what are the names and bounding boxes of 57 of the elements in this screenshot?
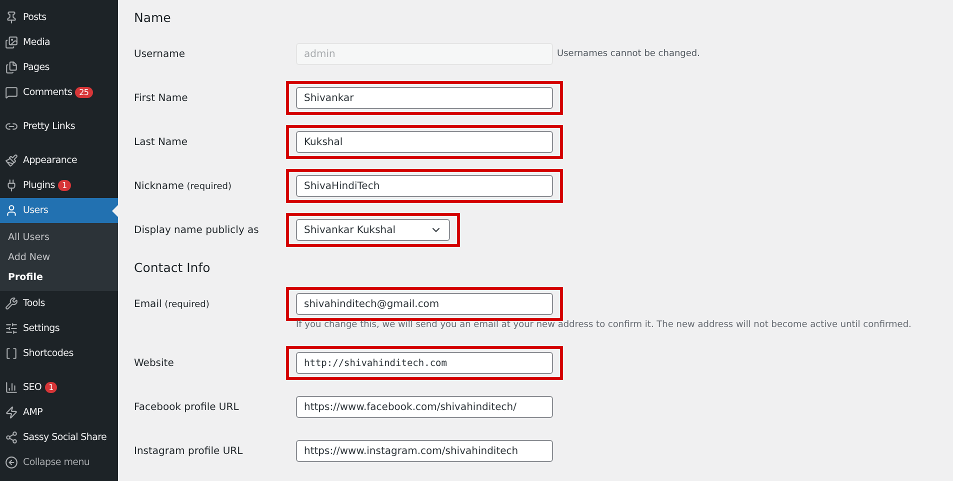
pin-icon	[5, 11, 18, 24]
submenu-item[interactable]: Profile	[0, 267, 118, 287]
wrench-icon	[5, 297, 18, 310]
sidebar-item[interactable]: Plugins 1	[0, 173, 118, 198]
sliders-icon	[5, 322, 18, 335]
field-label: First Name	[134, 92, 188, 104]
sidebar-item[interactable]: Pages	[0, 55, 118, 80]
field-label: Facebook profile URL	[134, 402, 239, 412]
field-label: Website	[134, 358, 174, 368]
sidebar-item[interactable]: Sassy Social Share	[0, 425, 118, 450]
pages-icon	[5, 61, 18, 74]
pointer-notch	[112, 205, 118, 217]
field-note: Usernames cannot be changed.	[557, 49, 700, 59]
field-label: Email (required)	[134, 298, 210, 310]
sidebar-item[interactable]: Users	[0, 198, 118, 223]
submenu-item[interactable]: All Users	[0, 227, 118, 247]
paintbrush-icon	[5, 154, 18, 167]
count-badge: 1	[44, 382, 58, 393]
share-icon	[5, 431, 18, 444]
input-field[interactable]: shivahinditech@gmail.com	[296, 293, 553, 315]
brackets-icon	[5, 347, 18, 360]
sidebar-item[interactable]: Pretty Links	[0, 114, 118, 139]
field-label: Last Name	[134, 136, 188, 148]
sidebar-item[interactable]: Tools	[0, 291, 118, 316]
sidebar-item[interactable]: Comments 25	[0, 80, 118, 105]
sidebar-item[interactable]: Settings	[0, 316, 118, 341]
sidebar-item[interactable]: Appearance	[0, 148, 118, 173]
section-heading: Contact Info	[134, 258, 210, 276]
images-icon	[5, 36, 18, 49]
plug-icon	[5, 179, 18, 192]
field-label: Instagram profile URL	[134, 446, 243, 456]
submenu-item[interactable]: Add New	[0, 247, 118, 267]
bar-chart-icon	[5, 381, 18, 394]
sidebar-item[interactable]: SEO 1	[0, 375, 118, 400]
collapse-icon	[5, 456, 18, 469]
count-badge: 1	[58, 180, 71, 191]
input-field[interactable]: https://www.instagram.com/shivahinditech	[296, 440, 553, 462]
sidebar-item[interactable]: Collapse menu	[0, 450, 118, 475]
sidebar-item[interactable]: Media	[0, 30, 118, 55]
display-name-select[interactable]: Shivankar Kukshal	[296, 219, 450, 241]
input-field[interactable]: http://shivahinditech.com	[296, 352, 553, 374]
lightning-icon	[5, 406, 18, 419]
field-description: If you change this, we will send you an email at your new address to confirm it. The new address will not become active until confirmed.	[296, 320, 912, 330]
sidebar-item[interactable]: Shortcodes	[0, 341, 118, 366]
count-badge: 25	[75, 87, 93, 98]
section-heading: Name	[134, 8, 171, 26]
input-field[interactable]: https://www.facebook.com/shivahinditech/	[296, 396, 553, 418]
field-label: Nickname (required)	[134, 180, 232, 192]
input-field[interactable]: ShivaHindiTech	[296, 175, 553, 197]
user-icon	[5, 204, 18, 217]
field-label: Display name publicly as	[134, 224, 259, 236]
sidebar-item[interactable]: AMP	[0, 400, 118, 425]
input-field[interactable]: Kukshal	[296, 131, 553, 153]
field-label: Username	[134, 48, 185, 60]
input-field[interactable]: Shivankar	[296, 87, 553, 109]
speech-bubble-icon	[5, 86, 18, 99]
sidebar-item[interactable]: Posts	[0, 5, 118, 30]
